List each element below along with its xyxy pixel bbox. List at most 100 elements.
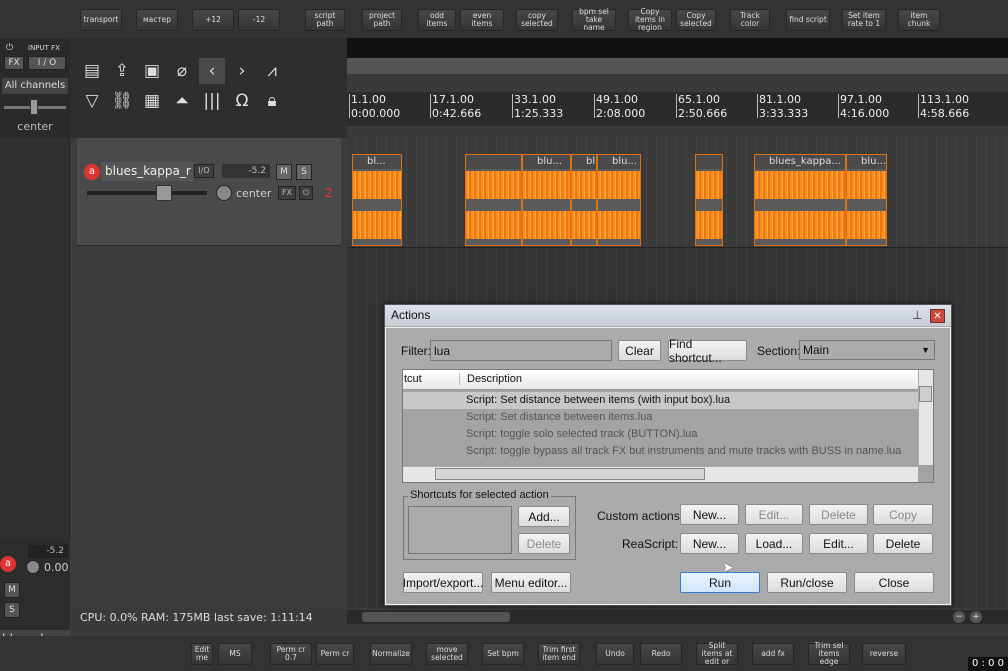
toolbar-button[interactable]: copy selected [516, 9, 558, 31]
mixer-solo-button[interactable]: S [4, 602, 20, 618]
toolbar-button[interactable]: even items [460, 9, 504, 31]
shortcuts-list[interactable] [408, 506, 512, 554]
bottom-toolbar-button[interactable]: reverse [862, 643, 906, 665]
pin-icon[interactable]: ⊥ [912, 308, 926, 322]
close-icon[interactable]: ✕ [930, 309, 945, 323]
io-button[interactable]: I / O [28, 56, 66, 70]
media-item[interactable]: blu... [571, 154, 597, 246]
list-vertical-scrollbar[interactable] [918, 370, 933, 465]
bottom-toolbar-button[interactable]: Trim sel items edge [808, 642, 850, 666]
filter-input[interactable] [430, 340, 612, 361]
ripple-icon[interactable]: ||| [199, 88, 225, 114]
action-row[interactable]: Script: toggle bypass all track FX but i… [466, 445, 901, 457]
media-item[interactable] [465, 154, 522, 246]
col-description-header[interactable]: Description [467, 373, 522, 385]
track-name[interactable]: blues_kappa_r [101, 162, 193, 181]
media-item[interactable]: bl... [352, 154, 402, 246]
menu-editor-button[interactable]: Menu editor... [491, 572, 571, 593]
pan-knob[interactable] [216, 185, 232, 201]
zoom-out-icon[interactable]: − [953, 611, 965, 623]
media-item[interactable]: blu... [522, 154, 571, 246]
trim-icon[interactable]: ▽ [79, 88, 105, 114]
bottom-toolbar-button[interactable]: Set bpm [482, 643, 524, 665]
delete-shortcut-button[interactable]: Delete [518, 533, 570, 554]
toolbar-button[interactable]: script path [305, 9, 345, 31]
toolbar-button[interactable]: transport [80, 9, 122, 31]
import-export-button[interactable]: Import/export... [403, 572, 483, 593]
action-row[interactable]: Script: Set distance between items.lua [466, 411, 652, 423]
media-item[interactable]: blues_kappa... [754, 154, 846, 246]
bottom-toolbar-button[interactable]: move selected [426, 643, 468, 665]
pan-slider-handle[interactable] [30, 99, 38, 115]
record-arm-button[interactable]: a [84, 164, 100, 180]
new-project-icon[interactable]: ▤ [79, 58, 105, 84]
mixer-record-arm[interactable]: a [0, 556, 16, 572]
lock-icon[interactable]: 🔒︎ [259, 88, 285, 114]
reascript-edit-button[interactable]: Edit... [809, 533, 868, 554]
bottom-toolbar-button[interactable]: Perm cr [316, 643, 354, 665]
envelope-icon[interactable]: ⏶ [169, 88, 195, 114]
save-project-icon[interactable]: ▣ [139, 58, 165, 84]
volume-fader[interactable] [87, 191, 207, 195]
fx-bypass-icon[interactable]: ⏻ [299, 186, 313, 200]
clear-button[interactable]: Clear [618, 340, 661, 361]
grid-icon[interactable]: ▦ [139, 88, 165, 114]
toolbar-button[interactable]: Set item rate to 1 [842, 9, 886, 31]
custom-delete-button[interactable]: Delete [809, 504, 868, 525]
reascript-new-button[interactable]: New... [680, 533, 739, 554]
action-row[interactable]: Script: toggle solo selected track (BUTT… [466, 428, 698, 440]
volume-fader-handle[interactable] [156, 185, 172, 201]
list-vscroll-thumb[interactable] [919, 386, 932, 402]
toolbar-button[interactable]: odd items [418, 9, 456, 31]
toolbar-button[interactable]: find script [786, 9, 830, 31]
mixer-mute-button[interactable]: M [4, 582, 20, 598]
fx-button[interactable]: FX [4, 56, 24, 70]
toolbar-button[interactable]: -12 [238, 9, 280, 31]
toolbar-button[interactable]: item chunk [898, 9, 940, 31]
list-hscroll-thumb[interactable] [435, 468, 705, 480]
attach-icon[interactable]: ⌀ [169, 58, 195, 84]
custom-new-button[interactable]: New... [680, 504, 739, 525]
reascript-delete-button[interactable]: Delete [873, 533, 933, 554]
toolbar-button[interactable]: project path [362, 9, 402, 31]
find-shortcut-button[interactable]: Find shortcut... [668, 337, 747, 365]
reascript-load-button[interactable]: Load... [745, 533, 803, 554]
toolbar-button[interactable]: мастер [136, 9, 178, 31]
run-close-button[interactable]: Run/close [767, 572, 847, 593]
open-project-icon[interactable]: ⇪ [109, 58, 135, 84]
action-row[interactable]: Script: Set distance between items (with… [466, 394, 730, 406]
bottom-toolbar-button[interactable]: Perm cr 0.7 [270, 643, 312, 665]
toolbar-button[interactable]: Track color [730, 9, 770, 31]
toolbar-button[interactable]: bpm sel take name [572, 8, 616, 32]
col-shortcut-header[interactable]: tcut [404, 373, 460, 385]
toolbar-button[interactable]: +12 [192, 9, 234, 31]
media-item[interactable]: blu... [597, 154, 641, 246]
section-select[interactable]: Main ▼ [799, 340, 935, 360]
mute-button[interactable]: M [276, 164, 292, 180]
track-fx-button[interactable]: FX [278, 186, 296, 200]
custom-copy-button[interactable]: Copy [873, 504, 933, 525]
solo-button[interactable]: S [296, 164, 312, 180]
media-item[interactable]: blu... [846, 154, 887, 246]
toolbar-button[interactable]: Copy selected [676, 9, 716, 31]
snap-magnet-icon[interactable]: Ω [229, 88, 255, 114]
track-io-button[interactable]: I/O [194, 164, 214, 178]
power-icon[interactable]: ⏻ [6, 43, 20, 53]
link-icon[interactable]: ⛓ [109, 88, 135, 114]
bottom-toolbar-button[interactable]: Redo [640, 643, 682, 665]
bottom-toolbar-button[interactable]: Undo [596, 643, 634, 665]
bottom-toolbar-button[interactable]: Edit me [191, 643, 213, 665]
toolbar-button[interactable]: Copy items in region [628, 8, 672, 32]
bottom-toolbar-button[interactable]: MS [218, 643, 252, 665]
custom-edit-button[interactable]: Edit... [745, 504, 803, 525]
add-shortcut-button[interactable]: Add... [518, 506, 570, 527]
bottom-toolbar-button[interactable]: Normalize [370, 643, 412, 665]
bottom-toolbar-button[interactable]: add fx [752, 643, 794, 665]
dialog-titlebar[interactable] [385, 305, 951, 327]
media-item[interactable] [695, 154, 723, 246]
redo-arrow-icon[interactable]: › [229, 58, 255, 84]
scrollbar-thumb[interactable] [362, 612, 510, 622]
metronome-icon[interactable]: ⩘ [259, 58, 285, 84]
bottom-toolbar-button[interactable]: Trim first item end [538, 643, 580, 665]
mixer-pan-knob[interactable] [26, 560, 40, 574]
